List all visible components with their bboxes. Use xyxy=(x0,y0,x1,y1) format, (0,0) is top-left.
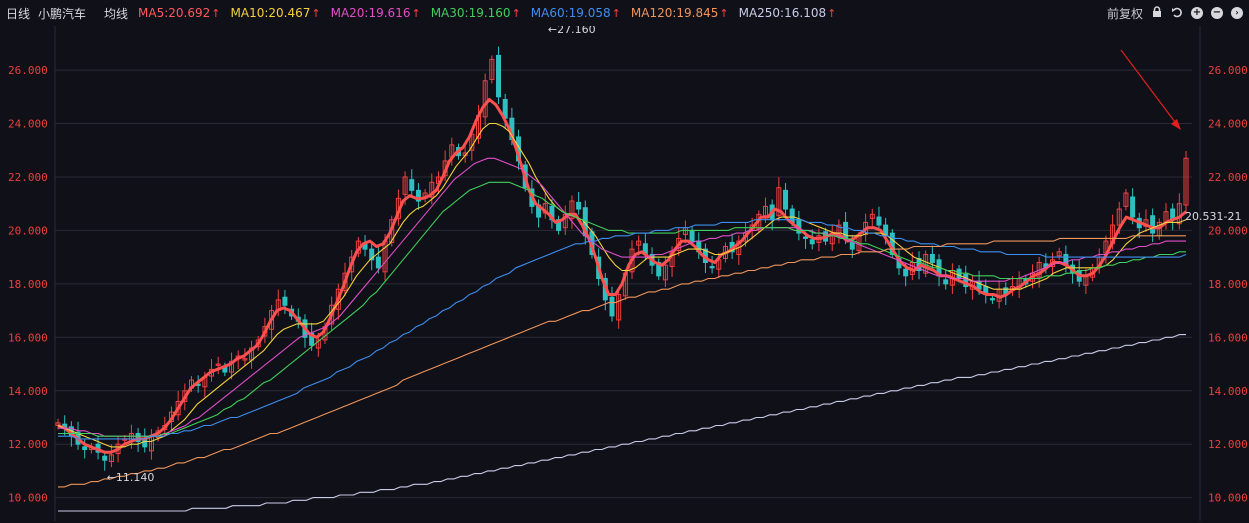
left-tick-label: 14.000 xyxy=(8,385,48,398)
up-arrow-icon: ↑ xyxy=(511,7,521,20)
ma-legend-item: MA30:19.160↑ xyxy=(431,6,521,20)
moving-average-lines xyxy=(57,98,1187,512)
stock-name[interactable]: 小鹏汽车 xyxy=(38,5,86,22)
right-tick-label: 22.000 xyxy=(1208,171,1248,184)
candle-body xyxy=(409,179,415,191)
ma-legend-item: MA20:19.616↑ xyxy=(331,6,421,20)
candle-body xyxy=(576,201,582,210)
left-tick-label: 20.000 xyxy=(8,224,48,237)
up-arrow-icon: ↑ xyxy=(311,7,321,20)
chart-header: 日线 小鹏汽车 均线 MA5:20.692↑ MA10:20.467↑ MA20:1… xyxy=(0,0,1249,26)
candle-body xyxy=(689,229,695,242)
ma-line-ma5 xyxy=(57,98,1187,454)
ma-legend-item: MA5:20.692↑ xyxy=(138,6,220,20)
ma-legend-item: MA250:16.108↑ xyxy=(739,6,837,20)
ma-line-ma120 xyxy=(58,235,1186,488)
ma-legend-text: MA120:19.845 xyxy=(630,6,719,20)
expand-icon[interactable]: › xyxy=(1231,7,1243,19)
left-tick-label: 16.000 xyxy=(8,331,48,344)
candle-body xyxy=(375,256,381,269)
candle-body xyxy=(82,446,88,451)
ma-legend-text: MA10:20.467 xyxy=(230,6,311,20)
left-tick-label: 10.000 xyxy=(8,492,48,505)
ma-line-ma20 xyxy=(58,157,1186,437)
left-price-axis: 10.000 12.000 14.000 16.000 18.000 20.000 22.0… xyxy=(8,64,48,505)
ma-line-ma60 xyxy=(58,219,1187,440)
undo-icon[interactable] xyxy=(1171,6,1183,21)
left-tick-label: 24.000 xyxy=(8,118,48,131)
left-tick-label: 26.000 xyxy=(8,64,48,77)
right-tick-label: 12.000 xyxy=(1208,438,1248,451)
candle-body xyxy=(496,54,502,98)
ma-legend-item: MA60:19.058↑ xyxy=(531,6,621,20)
zoom-out-icon[interactable]: − xyxy=(1211,7,1223,19)
right-tick-label: 24.000 xyxy=(1208,118,1248,131)
candle-body xyxy=(929,253,935,263)
up-arrow-icon: ↑ xyxy=(411,7,421,20)
right-tick-label: 18.000 xyxy=(1208,278,1248,291)
candle-body xyxy=(282,296,288,306)
pointer-arrow-head xyxy=(1171,119,1181,130)
candle-body xyxy=(1130,196,1136,218)
ma-legend-item: MA10:20.467↑ xyxy=(231,6,321,20)
right-tick-label: 14.000 xyxy=(1208,385,1248,398)
adjust-mode-button[interactable]: 前复权 xyxy=(1107,5,1143,22)
ma-line-ma250 xyxy=(58,334,1186,512)
right-price-axis: 10.000 12.000 14.000 16.000 18.000 20.000 22.0… xyxy=(1208,64,1248,505)
candle-body xyxy=(849,241,855,250)
ma-legend-text: MA20:19.616 xyxy=(330,6,411,20)
candle-body xyxy=(783,189,789,210)
high-price-label: ←27.160 xyxy=(548,26,596,36)
ma-legend-item: MA120:19.845↑ xyxy=(631,6,729,20)
candle-body xyxy=(956,268,962,280)
left-tick-label: 18.000 xyxy=(8,278,48,291)
ma-legend-text: MA30:19.160 xyxy=(430,6,511,20)
candle-body xyxy=(903,268,909,277)
kline-chart[interactable]: 10.000 12.000 14.000 16.000 18.000 20.000 22.0… xyxy=(0,26,1249,523)
candle-body xyxy=(1150,215,1156,234)
right-tick-label: 10.000 xyxy=(1208,492,1248,505)
up-arrow-icon: ↑ xyxy=(719,7,729,20)
candle-body xyxy=(989,298,995,301)
candle-body xyxy=(709,265,715,269)
ma-legend-text: MA5:20.692 xyxy=(138,6,211,20)
candle-body xyxy=(803,236,809,239)
ma-label[interactable]: 均线 xyxy=(104,5,128,22)
candlesticks xyxy=(55,46,1189,471)
ma-legend-text: MA60:19.058 xyxy=(530,6,611,20)
ma-line-ma30 xyxy=(58,181,1186,437)
low-price-label: ←11.140 xyxy=(107,471,155,484)
left-tick-label: 22.000 xyxy=(8,171,48,184)
right-tick-label: 16.000 xyxy=(1208,331,1248,344)
right-tick-label: 26.000 xyxy=(1208,64,1248,77)
candle-body xyxy=(809,239,815,245)
last-price-label: 20.531-21 xyxy=(1185,210,1241,223)
candle-body xyxy=(943,279,949,285)
ma-legend: MA5:20.692↑ MA10:20.467↑ MA20:19.616↑ MA30:… xyxy=(128,6,836,20)
candle-body xyxy=(102,455,108,461)
left-tick-label: 12.000 xyxy=(8,438,48,451)
up-arrow-icon: ↑ xyxy=(211,7,221,20)
period-label[interactable]: 日线 xyxy=(6,5,30,22)
up-arrow-icon: ↑ xyxy=(827,7,837,20)
pointer-arrow-line xyxy=(1120,49,1179,127)
lock-icon[interactable] xyxy=(1151,5,1163,21)
chart-controls: 前复权 + − › xyxy=(1099,0,1243,26)
candle-body xyxy=(609,296,615,317)
up-arrow-icon: ↑ xyxy=(611,7,621,20)
zoom-in-icon[interactable]: + xyxy=(1191,7,1203,19)
candle-body xyxy=(876,216,882,226)
right-tick-label: 20.000 xyxy=(1208,224,1248,237)
ma-legend-text: MA250:16.108 xyxy=(738,6,827,20)
